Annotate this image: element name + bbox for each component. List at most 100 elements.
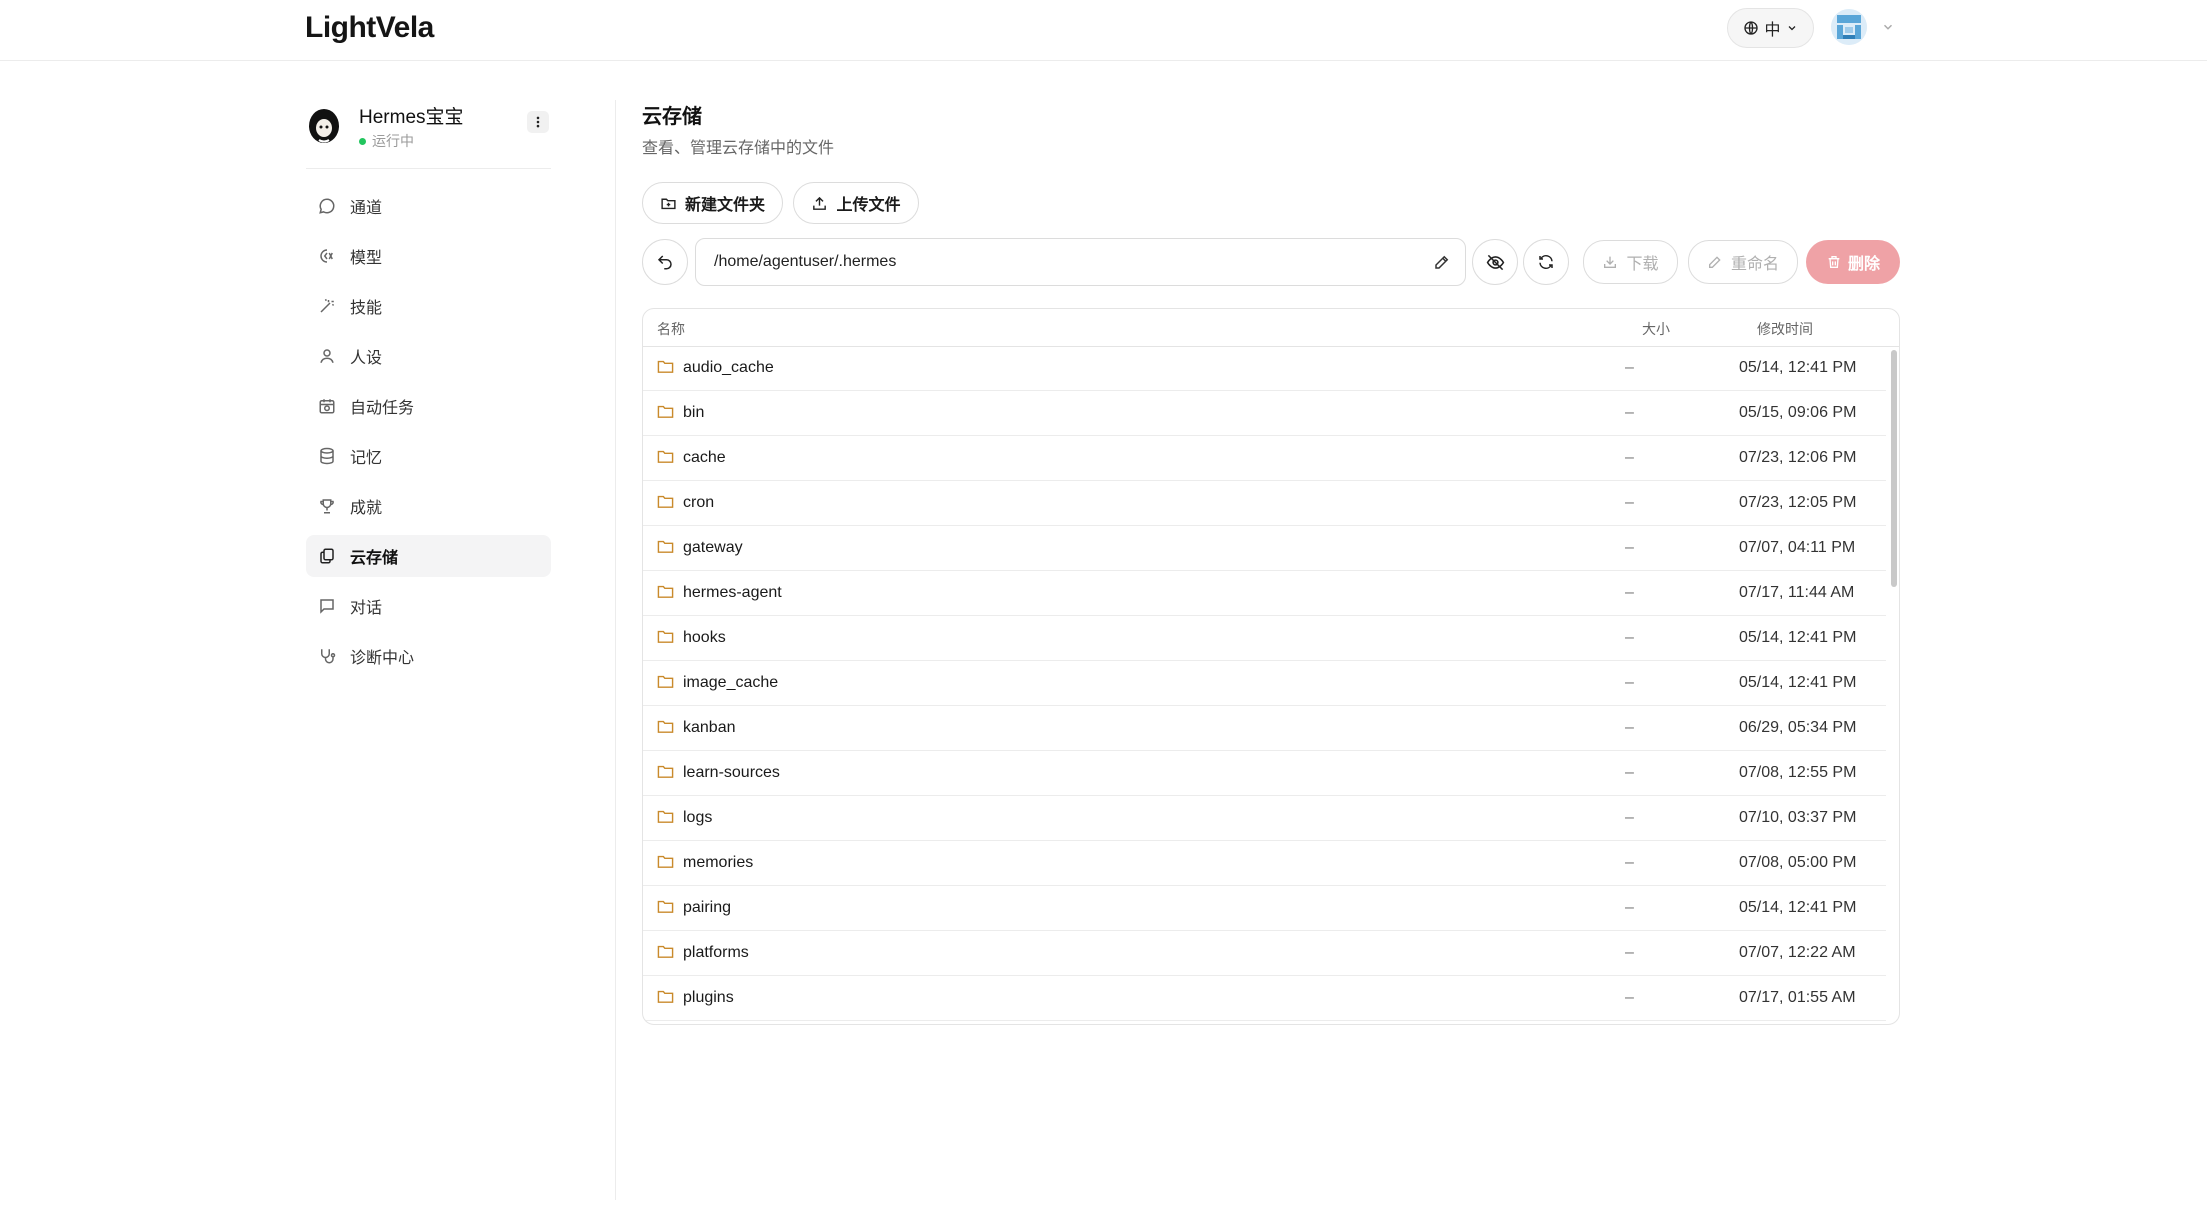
file-name[interactable]: plugins xyxy=(683,989,734,1007)
path-input[interactable] xyxy=(712,252,1433,272)
chevron-down-icon xyxy=(1786,22,1798,34)
undo-arrow-icon xyxy=(657,255,672,270)
file-size: – xyxy=(1625,989,1634,1006)
folder-icon xyxy=(657,674,674,689)
upload-file-label: 上传文件 xyxy=(836,197,901,214)
folder-icon xyxy=(657,539,674,554)
table-row[interactable]: hermes-agent – 07/17, 11:44 AM xyxy=(643,571,1886,616)
file-name[interactable]: hooks xyxy=(683,629,726,647)
file-modified: 07/23, 12:06 PM xyxy=(1739,449,1857,466)
sidebar-item-label: 自动任务 xyxy=(350,400,415,417)
table-row[interactable]: learn-sources – 07/08, 12:55 PM xyxy=(643,751,1886,796)
table-row[interactable]: image_cache – 05/14, 12:41 PM xyxy=(643,661,1886,706)
sidebar-item-memory[interactable]: 记忆 xyxy=(306,435,551,477)
file-size: – xyxy=(1625,719,1634,736)
sidebar-item-diagnostics[interactable]: 诊断中心 xyxy=(306,635,551,677)
agent-more-button[interactable] xyxy=(527,111,549,133)
language-switcher[interactable]: 中 xyxy=(1727,8,1814,48)
agent-status-label: 运行中 xyxy=(372,133,414,149)
new-folder-button[interactable]: 新建文件夹 xyxy=(642,182,783,224)
download-button[interactable]: 下载 xyxy=(1583,240,1678,284)
calendar-clock-icon xyxy=(318,397,336,415)
table-row[interactable]: cache – 07/23, 12:06 PM xyxy=(643,436,1886,481)
eye-off-icon xyxy=(1486,254,1504,270)
sidebar-divider xyxy=(615,100,616,1200)
table-row[interactable]: plugins – 07/17, 01:55 AM xyxy=(643,976,1886,1021)
file-name[interactable]: cron xyxy=(683,494,714,512)
table-row[interactable]: pairing – 05/14, 12:41 PM xyxy=(643,886,1886,931)
refresh-button[interactable] xyxy=(1523,239,1569,285)
magic-wand-icon xyxy=(318,297,336,315)
file-name[interactable]: gateway xyxy=(683,539,743,557)
file-name[interactable]: bin xyxy=(683,404,704,422)
table-row[interactable]: memories – 07/08, 05:00 PM xyxy=(643,841,1886,886)
file-size: – xyxy=(1625,584,1634,601)
table-row[interactable]: cron – 07/23, 12:05 PM xyxy=(643,481,1886,526)
file-size: – xyxy=(1625,764,1634,781)
toggle-hidden-files-button[interactable] xyxy=(1472,239,1518,285)
file-modified: 07/10, 03:37 PM xyxy=(1739,809,1857,826)
sidebar: Hermes宝宝 运行中 通道 模型 技能 人设 自动任务 记忆 成就 云存储 … xyxy=(306,100,551,667)
chat-bubble-icon xyxy=(318,197,336,215)
file-modified: 05/14, 12:41 PM xyxy=(1739,674,1857,691)
top-bar: LightVela 中 xyxy=(0,0,2207,61)
file-size: – xyxy=(1625,944,1634,961)
sidebar-item-label: 对话 xyxy=(350,600,383,617)
file-name[interactable]: logs xyxy=(683,809,712,827)
agent-status: 运行中 xyxy=(359,131,414,151)
table-row[interactable]: gateway – 07/07, 04:11 PM xyxy=(643,526,1886,571)
sidebar-item-label: 技能 xyxy=(350,300,383,317)
file-name[interactable]: hermes-agent xyxy=(683,584,782,602)
sidebar-item-conversations[interactable]: 对话 xyxy=(306,585,551,627)
folder-icon xyxy=(657,764,674,779)
rename-button[interactable]: 重命名 xyxy=(1688,240,1798,284)
table-row[interactable]: kanban – 06/29, 05:34 PM xyxy=(643,706,1886,751)
back-button[interactable] xyxy=(642,239,688,285)
trash-icon xyxy=(1826,254,1842,270)
file-name[interactable]: platforms xyxy=(683,944,749,962)
download-label: 下载 xyxy=(1626,256,1659,273)
sidebar-item-models[interactable]: 模型 xyxy=(306,235,551,277)
sidebar-item-persona[interactable]: 人设 xyxy=(306,335,551,377)
sidebar-item-channels[interactable]: 通道 xyxy=(306,185,551,227)
sidebar-item-skills[interactable]: 技能 xyxy=(306,285,551,327)
file-name[interactable]: audio_cache xyxy=(683,359,774,377)
more-vertical-icon xyxy=(536,116,540,128)
user-avatar[interactable] xyxy=(1831,9,1867,45)
file-name[interactable]: image_cache xyxy=(683,674,778,692)
upload-file-button[interactable]: 上传文件 xyxy=(793,182,919,224)
folder-icon xyxy=(657,989,674,1004)
folder-icon xyxy=(657,944,674,959)
folder-icon xyxy=(657,899,674,914)
scrollbar-thumb[interactable] xyxy=(1891,350,1897,587)
table-row[interactable]: hooks – 05/14, 12:41 PM xyxy=(643,616,1886,661)
column-header-size[interactable]: 大小 xyxy=(1642,319,1670,339)
file-name[interactable]: cache xyxy=(683,449,726,467)
file-name[interactable]: memories xyxy=(683,854,753,872)
table-row[interactable]: audio_cache – 05/14, 12:41 PM xyxy=(643,346,1886,391)
table-row[interactable]: bin – 05/15, 09:06 PM xyxy=(643,391,1886,436)
file-name[interactable]: learn-sources xyxy=(683,764,780,782)
file-size: – xyxy=(1625,449,1634,466)
sidebar-item-cloud-storage[interactable]: 云存储 xyxy=(306,535,551,577)
sidebar-item-auto-tasks[interactable]: 自动任务 xyxy=(306,385,551,427)
app-logo[interactable]: LightVela xyxy=(305,11,434,45)
globe-icon xyxy=(1743,20,1759,36)
table-row[interactable]: logs – 07/10, 03:37 PM xyxy=(643,796,1886,841)
table-body: audio_cache – 05/14, 12:41 PM bin – 05/15, 09… xyxy=(643,346,1886,1024)
file-name[interactable]: pairing xyxy=(683,899,731,917)
account-menu-chevron-icon[interactable] xyxy=(1881,20,1895,34)
table-row[interactable]: platforms – 07/07, 12:22 AM xyxy=(643,931,1886,976)
sidebar-item-achievements[interactable]: 成就 xyxy=(306,485,551,527)
file-modified: 07/23, 12:05 PM xyxy=(1739,494,1857,511)
edit-path-icon[interactable] xyxy=(1433,253,1451,271)
folder-plus-icon xyxy=(660,195,677,212)
user-icon xyxy=(318,347,336,365)
delete-button[interactable]: 删除 xyxy=(1806,240,1900,284)
table-scrollbar[interactable] xyxy=(1888,346,1899,1024)
column-header-name[interactable]: 名称 xyxy=(657,319,685,339)
sidebar-item-label: 记忆 xyxy=(350,450,383,467)
file-name[interactable]: kanban xyxy=(683,719,736,737)
column-header-modified[interactable]: 修改时间 xyxy=(1757,319,1813,339)
file-size: – xyxy=(1625,629,1634,646)
